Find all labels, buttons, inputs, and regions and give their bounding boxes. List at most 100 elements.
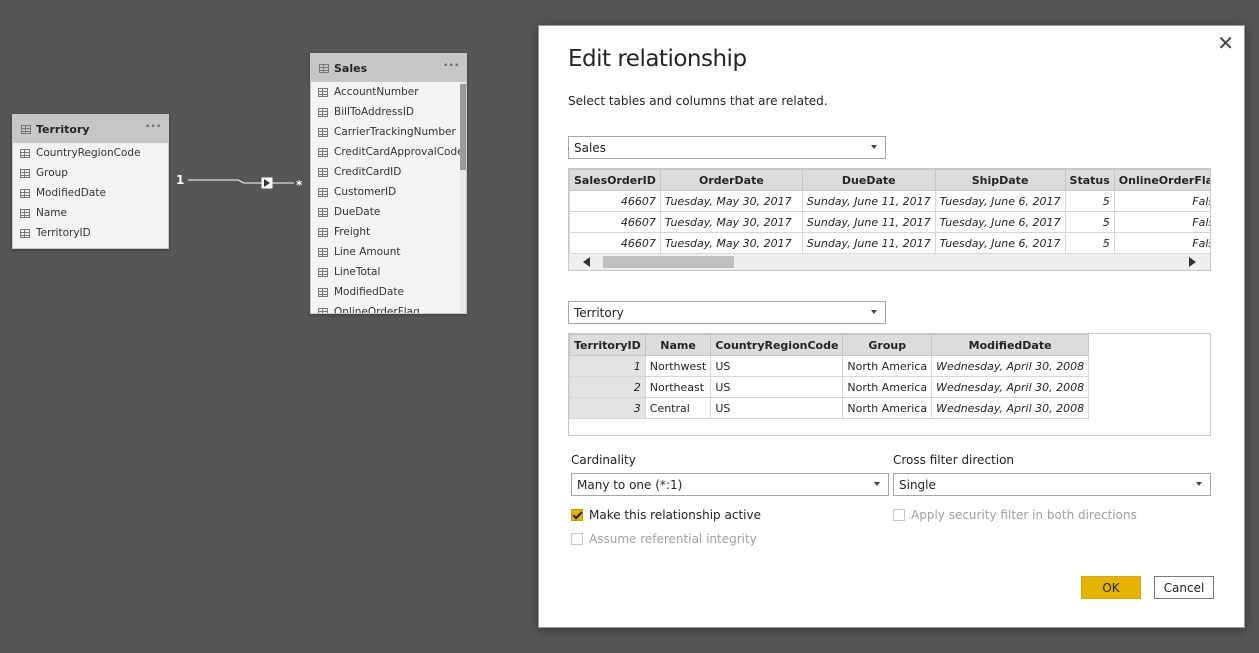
- table-cell: Wednesday, April 30, 2008: [931, 397, 1090, 419]
- sales-table-scrollbar[interactable]: [460, 82, 466, 313]
- column-icon: [318, 227, 328, 237]
- table-row: 46607 Tuesday, May 30, 2017 Sunday, June 1…: [569, 211, 1210, 233]
- table1-select[interactable]: Sales: [568, 136, 886, 159]
- table-icon: [21, 124, 31, 134]
- chevron-down-icon: [874, 482, 880, 486]
- table1-hscrollbar[interactable]: [569, 253, 1210, 270]
- table-field-row[interactable]: CustomerID: [311, 182, 466, 202]
- cross-filter-value: Single: [899, 477, 936, 492]
- table-cell: 1: [569, 355, 646, 377]
- column-header[interactable]: Status: [1064, 169, 1115, 191]
- territory-table-card[interactable]: Territory ··· CountryRegionCode Group Modi…: [12, 114, 169, 249]
- column-header[interactable]: SalesOrderID: [569, 169, 661, 191]
- column-icon: [20, 148, 30, 158]
- checkbox-icon[interactable]: [893, 509, 905, 521]
- column-header[interactable]: ShipDate: [934, 169, 1066, 191]
- table-field-row[interactable]: Group: [13, 163, 168, 183]
- table-cell: False: [1113, 232, 1210, 254]
- field-name: TerritoryID: [36, 227, 91, 239]
- table-row: 3 Central US North America Wednesday, April …: [569, 397, 1090, 419]
- field-name: CustomerID: [334, 186, 397, 198]
- scroll-thumb[interactable]: [603, 256, 734, 268]
- column-icon: [318, 107, 328, 117]
- referential-integrity-checkbox[interactable]: Assume referential integrity: [571, 532, 757, 546]
- column-header[interactable]: Group: [842, 334, 933, 356]
- table1-select-value: Sales: [574, 140, 606, 155]
- more-options-icon[interactable]: ···: [443, 58, 460, 72]
- sales-table-header[interactable]: Sales ···: [311, 54, 466, 82]
- column-header[interactable]: OnlineOrderFlag: [1113, 169, 1210, 191]
- table-field-row[interactable]: DueDate: [311, 202, 466, 222]
- close-icon[interactable]: ✕: [1217, 31, 1234, 55]
- scroll-left-icon[interactable]: [583, 257, 590, 267]
- field-name: Freight: [334, 226, 371, 238]
- cross-filter-label: Cross filter direction: [893, 453, 1015, 467]
- table-cell: Tuesday, June 6, 2017: [934, 232, 1066, 254]
- table-cell: US: [710, 355, 844, 377]
- make-active-label: Make this relationship active: [589, 508, 761, 522]
- column-icon: [318, 167, 328, 177]
- more-options-icon[interactable]: ···: [145, 119, 162, 133]
- table-cell: Tuesday, May 30, 2017: [659, 190, 803, 212]
- table2-select-value: Territory: [574, 305, 624, 320]
- column-header[interactable]: CountryRegionCode: [710, 334, 844, 356]
- table-field-row[interactable]: TerritoryID: [13, 223, 168, 243]
- cardinality-select[interactable]: Many to one (*:1): [571, 473, 889, 496]
- ok-button[interactable]: OK: [1081, 576, 1141, 599]
- checkbox-checked-icon[interactable]: [571, 509, 583, 521]
- cardinality-value: Many to one (*:1): [577, 477, 683, 492]
- column-icon: [318, 307, 328, 313]
- security-filter-label: Apply security filter in both directions: [911, 508, 1137, 522]
- table-field-row[interactable]: Name: [13, 203, 168, 223]
- table-field-row[interactable]: LineTotal: [311, 262, 466, 282]
- column-header[interactable]: ModifiedDate: [931, 334, 1090, 356]
- scroll-thumb[interactable]: [460, 84, 466, 170]
- table-cell: Sunday, June 11, 2017: [801, 190, 936, 212]
- checkbox-icon[interactable]: [571, 533, 583, 545]
- table1-preview: SalesOrderID OrderDate DueDate ShipDate Stat…: [568, 168, 1211, 271]
- table-field-row[interactable]: CreditCardID: [311, 162, 466, 182]
- table-cell: Sunday, June 11, 2017: [801, 232, 936, 254]
- referential-integrity-label: Assume referential integrity: [589, 532, 757, 546]
- table-field-row[interactable]: Line Amount: [311, 242, 466, 262]
- column-header[interactable]: Name: [644, 334, 712, 356]
- field-name: Line Amount: [334, 246, 401, 258]
- relationship-line[interactable]: 1 *: [170, 167, 310, 197]
- table-field-row[interactable]: AccountNumber: [311, 82, 466, 102]
- table-field-row[interactable]: Freight: [311, 222, 466, 242]
- chevron-down-icon: [1196, 482, 1202, 486]
- one-side-label: 1: [176, 173, 184, 187]
- column-icon: [20, 188, 30, 198]
- table2-select[interactable]: Territory: [568, 301, 886, 324]
- cross-filter-select[interactable]: Single: [893, 473, 1211, 496]
- column-icon: [318, 87, 328, 97]
- cancel-button[interactable]: Cancel: [1154, 576, 1214, 599]
- field-name: CarrierTrackingNumber: [334, 126, 456, 138]
- sales-table-card[interactable]: Sales ··· AccountNumber BillToAddressID Ca…: [310, 53, 467, 314]
- column-header[interactable]: DueDate: [801, 169, 936, 191]
- table-cell: 5: [1064, 190, 1115, 212]
- scroll-right-icon[interactable]: [1189, 257, 1196, 267]
- table-row: 46607 Tuesday, May 30, 2017 Sunday, June 1…: [569, 232, 1210, 254]
- table-cell: 2: [569, 376, 646, 398]
- table-field-row[interactable]: OnlineOrderFlag: [311, 302, 466, 314]
- field-name: OnlineOrderFlag: [334, 306, 420, 314]
- table-field-row[interactable]: CreditCardApprovalCode: [311, 142, 466, 162]
- column-header[interactable]: TerritoryID: [569, 334, 646, 356]
- table-field-row[interactable]: BillToAddressID: [311, 102, 466, 122]
- column-icon: [20, 208, 30, 218]
- table-cell: 5: [1064, 211, 1115, 233]
- table1-grid: SalesOrderID OrderDate DueDate ShipDate Stat…: [569, 169, 1210, 254]
- table-field-row[interactable]: ModifiedDate: [13, 183, 168, 203]
- table-field-row[interactable]: CountryRegionCode: [13, 143, 168, 163]
- field-name: ModifiedDate: [334, 286, 404, 298]
- column-header[interactable]: OrderDate: [659, 169, 803, 191]
- table2-preview: TerritoryID Name CountryRegionCode Group Mod…: [568, 333, 1211, 436]
- security-filter-checkbox[interactable]: Apply security filter in both directions: [893, 508, 1137, 522]
- territory-table-header[interactable]: Territory ···: [13, 115, 168, 143]
- table-field-row[interactable]: CarrierTrackingNumber: [311, 122, 466, 142]
- table-field-row[interactable]: ModifiedDate: [311, 282, 466, 302]
- column-icon: [318, 147, 328, 157]
- make-active-checkbox[interactable]: Make this relationship active: [571, 508, 761, 522]
- territory-table-title: Territory: [36, 122, 90, 136]
